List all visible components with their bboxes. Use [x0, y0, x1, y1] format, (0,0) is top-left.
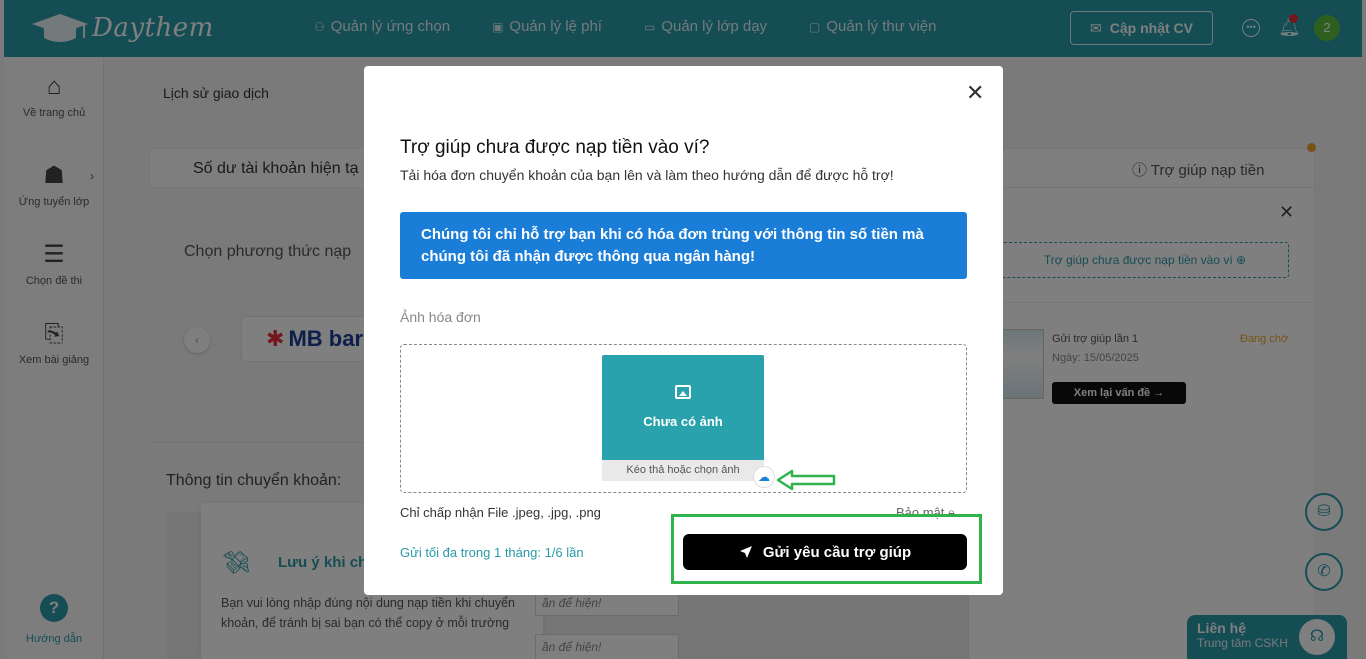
submit-label: Gửi yêu cầu trợ giúp: [762, 543, 912, 561]
modal-title: Trợ giúp chưa được nạp tiền vào ví?: [400, 137, 710, 158]
preview-placeholder: Chưa có ảnh: [602, 355, 764, 460]
image-icon: [675, 385, 691, 399]
info-alert: Chúng tôi chỉ hỗ trợ bạn khi có hóa đơn …: [400, 212, 967, 279]
invoice-image-label: Ảnh hóa đơn: [400, 309, 481, 325]
arrow-left-icon: [776, 469, 836, 491]
submit-help-request-button[interactable]: Gửi yêu cầu trợ giúp: [683, 534, 967, 570]
image-preview[interactable]: Chưa có ảnh Kéo thả hoặc chọn ảnh: [602, 355, 764, 481]
preview-hint: Kéo thả hoặc chọn ảnh: [626, 464, 740, 476]
monthly-quota: Gửi tối đa trong 1 tháng: 1/6 lần: [400, 545, 584, 560]
accepted-formats: Chỉ chấp nhận File .jpeg, .jpg, .png: [400, 505, 601, 520]
app-frame: Daythem ⚇Quản lý ứng chọn ▣Quản lý lệ ph…: [0, 0, 1366, 659]
send-icon: [739, 546, 752, 558]
cloud-upload-icon[interactable]: ☁: [753, 466, 775, 488]
preview-text: Chưa có ảnh: [643, 414, 723, 429]
modal-subtitle: Tải hóa đơn chuyển khoản của bạn lên và …: [400, 167, 894, 183]
close-icon[interactable]: ✕: [966, 80, 984, 106]
